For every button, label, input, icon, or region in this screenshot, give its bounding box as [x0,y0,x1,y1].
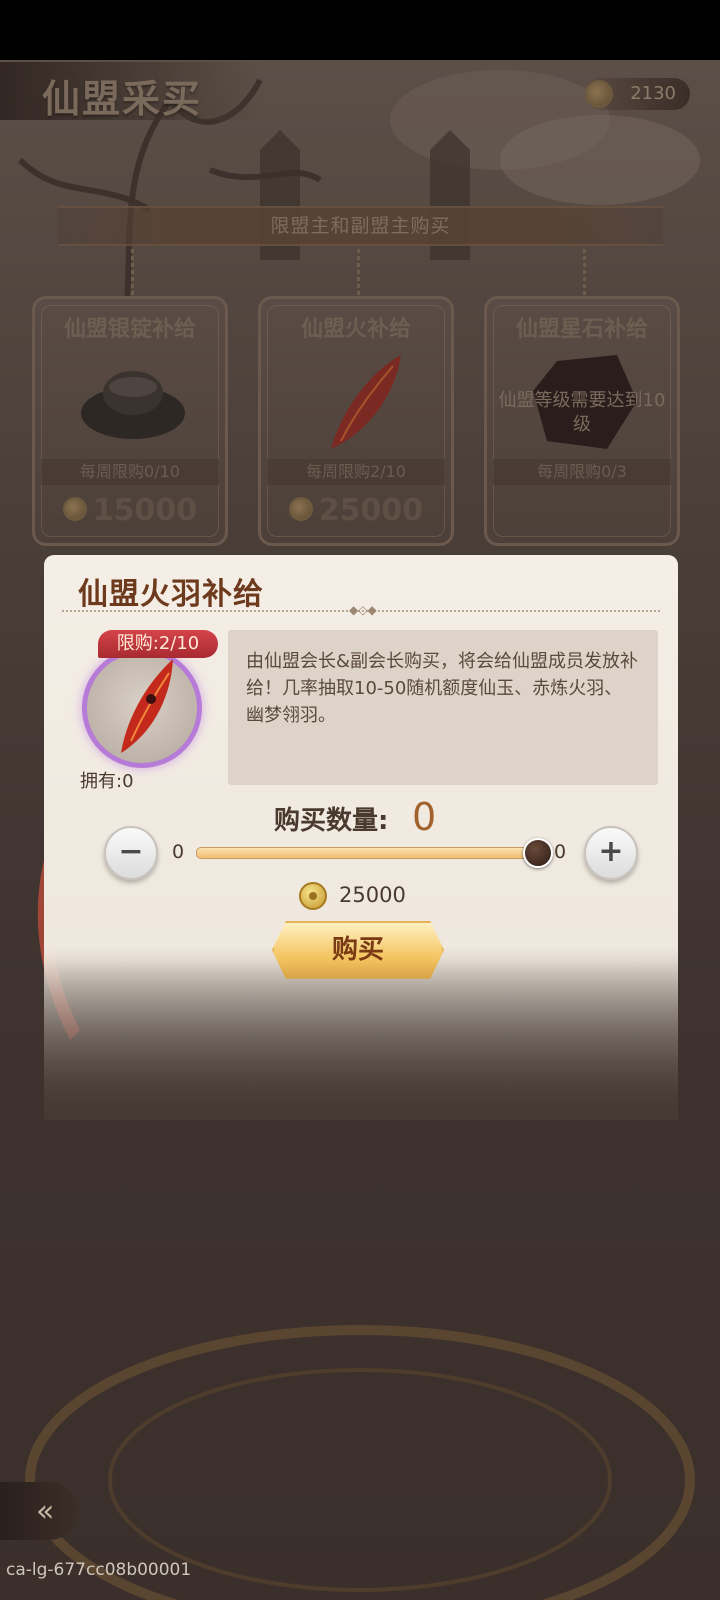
plus-button[interactable]: + [584,826,638,880]
quantity-value: 0 [412,795,437,839]
shop-card-star-stone[interactable]: 仙盟星石补给 仙盟等级需要达到10级 每周限购0/3 [484,249,680,546]
card-title: 仙盟银锭补给 [63,316,196,342]
fire-feather-icon [331,355,401,449]
shop-card-fire[interactable]: 仙盟火补给 每周限购2/10 25000 [258,249,454,546]
coin-icon [62,496,87,521]
silver-ingot-icon [81,371,185,439]
notice-banner: 限盟主和副盟主购买 [58,206,663,246]
item-icon-wrap: 限购:2/10 [78,630,218,768]
card-price: 25000 [261,493,451,528]
description-box: 由仙盟会长&副会长购买，将会给仙盟成员发放补给！几率抽取10-50随机额度仙玉、… [228,630,658,785]
card-title: 仙盟火补给 [300,316,411,342]
quantity-slider[interactable] [196,847,538,859]
currency-value: 2130 [630,83,676,104]
back-button[interactable]: « [0,1482,78,1540]
coin-icon [288,496,313,521]
notice-text: 限盟主和副盟主购买 [270,215,451,237]
limit-badge: 限购:2/10 [98,630,218,658]
header-bar: 仙盟采买 [0,62,260,121]
floor-circle [25,1325,695,1600]
coin-icon [585,80,613,108]
item-frame [82,648,202,768]
quantity-label: 购买数量: [274,806,389,836]
watermark: ca-lg-677cc08b00001 [6,1560,192,1580]
plus-icon: + [598,834,624,869]
currency-display[interactable]: 2130 [585,78,690,110]
price-value: 25000 [339,883,406,907]
dialog-fade [44,960,678,1120]
divider-knot-icon: ◆◇◆ [349,603,377,617]
dialog-title: 仙盟火羽补给 [78,577,264,612]
card-price: 15000 [35,493,225,528]
fire-feather-icon [121,659,173,753]
shop-card-silver[interactable]: 仙盟银锭补给 每周限购0/10 15000 [32,249,228,546]
minus-icon: − [118,834,144,869]
back-arrow-icon: « [36,1494,55,1529]
card-limit: 每周限购0/10 [41,459,219,485]
page-title: 仙盟采买 [42,76,203,121]
status-bar [0,0,720,60]
card-limit: 每周限购0/3 [493,459,671,485]
slider-thumb[interactable] [523,838,553,868]
card-title: 仙盟星石补给 [515,316,648,342]
card-requirement: 仙盟等级需要达到10级 [498,390,666,435]
minus-button[interactable]: − [104,826,158,880]
slider-min: 0 [172,841,185,863]
description-text: 由仙盟会长&副会长购买，将会给仙盟成员发放补给！几率抽取10-50随机额度仙玉、… [246,651,639,726]
card-limit: 每周限购2/10 [267,459,445,485]
owned-count: 拥有:0 [80,771,134,792]
slider-max: 0 [554,841,567,863]
coin-icon [299,882,327,910]
